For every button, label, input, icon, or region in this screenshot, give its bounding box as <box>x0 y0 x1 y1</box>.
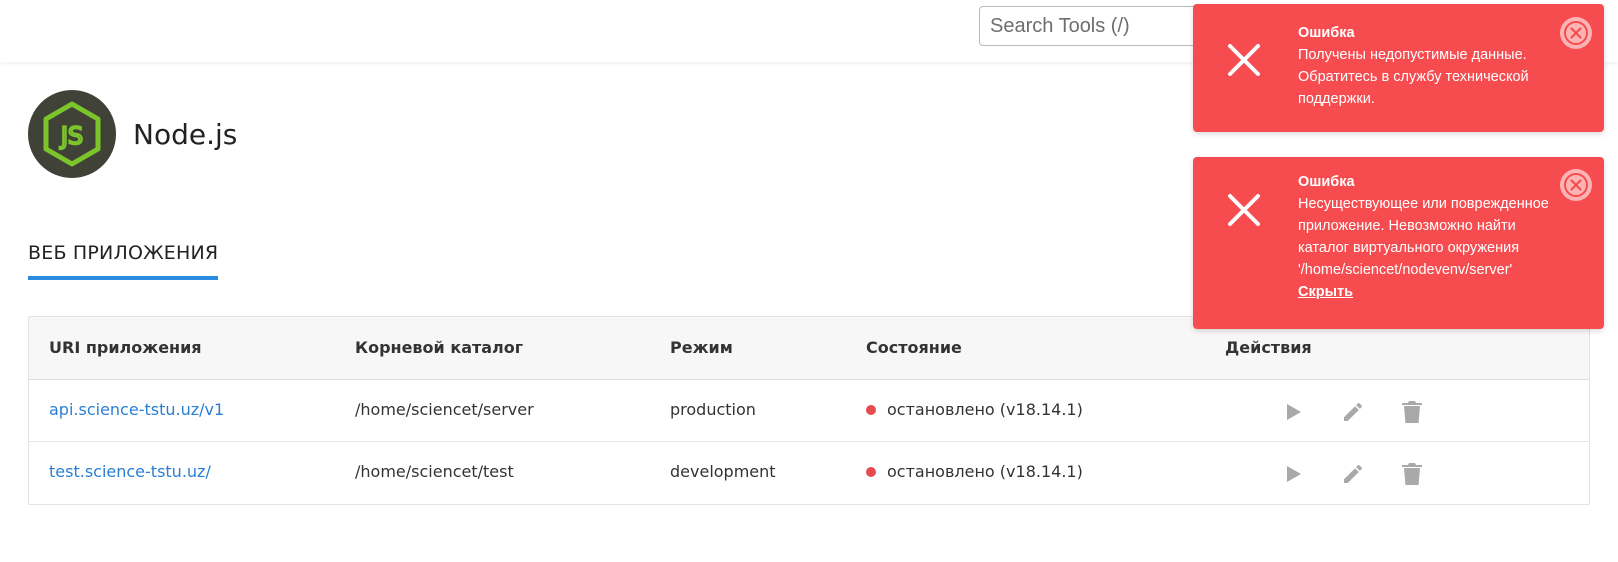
table-row: api.science-tstu.uz/v1 /home/sciencet/se… <box>29 380 1589 442</box>
error-notification: Ошибка Получены недопустимые данные. Обр… <box>1193 4 1604 132</box>
web-apps-table: URI приложения Корневой каталог Режим Со… <box>28 316 1590 505</box>
app-root-dir: /home/sciencet/test <box>355 462 514 481</box>
app-header: JS Node.js <box>28 90 237 178</box>
notification-title: Ошибка <box>1298 25 1355 41</box>
close-notification-button[interactable] <box>1560 17 1592 49</box>
status-dot-icon <box>866 466 876 477</box>
page-title: Node.js <box>133 117 238 151</box>
play-icon[interactable] <box>1279 459 1309 489</box>
notification-message-line: Обратитесь в службу технической <box>1298 69 1529 85</box>
trash-icon[interactable] <box>1397 459 1427 489</box>
app-root-dir: /home/sciencet/server <box>355 400 534 419</box>
app-uri-link[interactable]: api.science-tstu.uz/v1 <box>49 400 224 419</box>
notification-message-line: '/home/sciencet/nodevenv/server' <box>1298 262 1513 278</box>
error-notification: Ошибка Несуществующее или поврежденное п… <box>1193 157 1604 329</box>
column-header-actions: Действия <box>1225 338 1312 357</box>
row-actions <box>1279 459 1456 489</box>
close-notification-button[interactable] <box>1560 169 1592 201</box>
notification-message-line: каталог виртуального окружения <box>1298 240 1520 256</box>
hide-notification-link[interactable]: Скрыть <box>1298 281 1573 303</box>
status-text: остановлено (v18.14.1) <box>887 462 1083 481</box>
play-icon[interactable] <box>1279 397 1309 427</box>
edit-icon[interactable] <box>1338 397 1368 427</box>
table-row: test.science-tstu.uz/ /home/sciencet/tes… <box>29 442 1589 504</box>
close-icon <box>1564 21 1588 45</box>
app-mode: production <box>670 400 756 419</box>
notification-message-line: Несуществующее или поврежденное <box>1298 196 1549 212</box>
svg-text:JS: JS <box>59 122 83 150</box>
error-x-icon <box>1226 42 1262 78</box>
row-actions <box>1279 397 1456 427</box>
status-text: остановлено (v18.14.1) <box>887 400 1083 419</box>
column-header-root: Корневой каталог <box>355 338 524 357</box>
app-uri-link[interactable]: test.science-tstu.uz/ <box>49 462 211 481</box>
close-icon <box>1564 173 1588 197</box>
notification-body: Ошибка Несуществующее или поврежденное п… <box>1298 171 1573 303</box>
status-dot-icon <box>866 404 876 415</box>
error-x-icon <box>1226 192 1262 228</box>
edit-icon[interactable] <box>1338 459 1368 489</box>
notification-message-line: Получены недопустимые данные. <box>1298 47 1527 63</box>
app-mode: development <box>670 462 776 481</box>
app-status: остановлено (v18.14.1) <box>866 400 1083 419</box>
column-header-uri: URI приложения <box>49 338 202 357</box>
notification-message-line: поддержки. <box>1298 91 1375 107</box>
trash-icon[interactable] <box>1397 397 1427 427</box>
notification-message-line: приложение. Невозможно найти <box>1298 218 1516 234</box>
column-header-mode: Режим <box>670 338 733 357</box>
tab-web-apps[interactable]: ВЕБ ПРИЛОЖЕНИЯ <box>28 240 219 280</box>
notification-title: Ошибка <box>1298 174 1355 190</box>
column-header-status: Состояние <box>866 338 962 357</box>
app-status: остановлено (v18.14.1) <box>866 462 1083 481</box>
nodejs-logo-icon: JS <box>28 90 116 178</box>
notification-body: Ошибка Получены недопустимые данные. Обр… <box>1298 22 1573 110</box>
